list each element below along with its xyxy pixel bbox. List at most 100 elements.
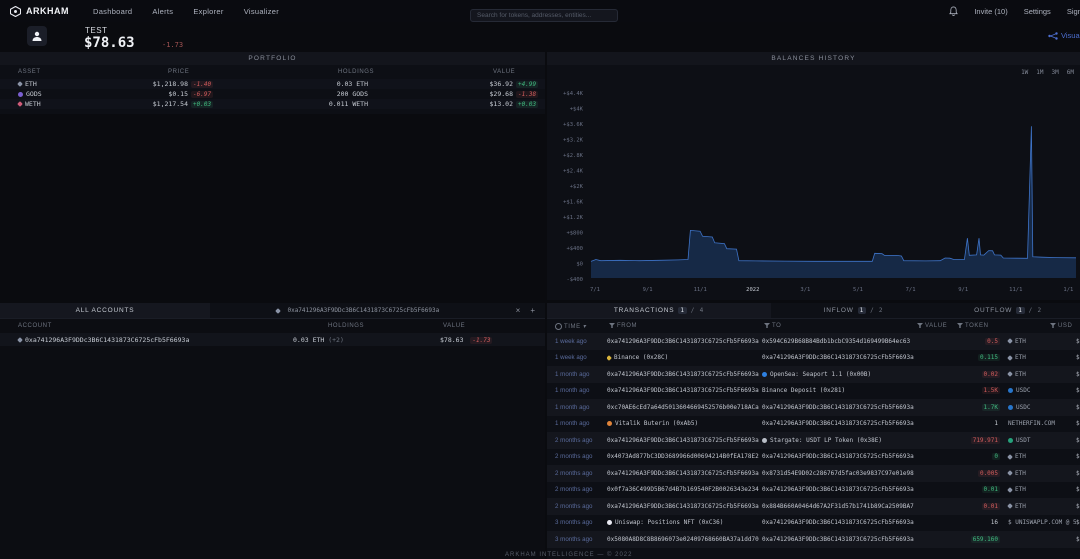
tx-from[interactable]: 0xa741296A3F9DDc3B6C1431873C6725cFb5F669… [607,470,762,477]
col-to[interactable]: TO [764,323,781,329]
tx-time[interactable]: 2 months ago [555,486,607,493]
transaction-row[interactable]: 2 months ago0xa741296A3F9DDc3B6C1431873C… [547,465,1080,482]
tx-to[interactable]: 0xa741296A3F9DDc3B6C1431873C6725cFb5F669… [762,486,947,493]
col-tx-value[interactable]: VALUE [917,323,947,329]
transaction-row[interactable]: 1 month ago0xc70AE6cEd7a64d5013604669452… [547,399,1080,416]
tx-from[interactable]: 0xa741296A3F9DDc3B6C1431873C6725cFb5F669… [607,437,762,444]
tx-to[interactable]: 0x8731d54E9D02c286767d5fac03e9837C97e01e… [762,470,947,477]
col-from[interactable]: FROM [609,323,637,329]
tx-to[interactable]: 0xa741296A3F9DDc3B6C1431873C6725cFb5F669… [762,404,947,411]
asset-name[interactable]: WETH [18,100,113,108]
nav-item-alerts[interactable]: Alerts [152,7,173,16]
tx-token[interactable]: ETH [1004,486,1076,493]
account-row[interactable]: 0xa741296A3F9DDc3B6C1431873C6725cFb5F669… [0,333,545,346]
range-3m[interactable]: 3M [1052,69,1059,76]
tx-time[interactable]: 2 months ago [555,453,607,460]
visualize-link[interactable]: Visualize [1048,31,1080,40]
tx-token[interactable]: USDT [1004,437,1076,444]
nav-item-explorer[interactable]: Explorer [193,7,223,16]
account-address[interactable]: 0xa741296A3F9DDc3B6C1431873C6725cFb5F669… [18,336,189,344]
tx-to[interactable]: 0xa741296A3F9DDc3B6C1431873C6725cFb5F669… [762,420,947,427]
tx-time[interactable]: 3 months ago [555,519,607,526]
tx-time[interactable]: 1 month ago [555,371,607,378]
tab-outflow[interactable]: OUTFLOW 1 / 2 [936,303,1080,318]
tx-from[interactable]: 0x4073Ad877bC3DD3689966d00694214B0fEA178… [607,453,762,460]
tx-token[interactable]: USDC [1004,387,1076,394]
tx-time[interactable]: 1 week ago [555,338,607,345]
tx-token[interactable]: ETH [1004,371,1076,378]
tx-time[interactable]: 2 months ago [555,437,607,444]
tx-from[interactable]: 0xa741296A3F9DDc3B6C1431873C6725cFb5F669… [607,387,762,394]
tx-time[interactable]: 3 months ago [555,536,607,543]
tx-to[interactable]: 0x594C629B68B84Bdb1bcbC9354d169499B64ec6… [762,338,947,345]
tx-token[interactable]: $ UNISWAPLP.COM @ 5.75 [1004,519,1076,526]
col-usd[interactable]: USD [1050,323,1072,329]
add-account-icon[interactable]: + [530,307,535,315]
inflow-page[interactable]: 1 [858,307,866,314]
notifications-bell-icon[interactable] [949,6,958,16]
nav-item-sign-out[interactable]: Sign Out [1067,7,1080,16]
portfolio-row[interactable]: ETH$1,218.98-1.400.03 ETH$36.92+4.99 [0,79,545,89]
tx-token[interactable]: ETH [1004,453,1076,460]
tx-time[interactable]: 1 month ago [555,404,607,411]
transaction-row[interactable]: 1 month ago0xa741296A3F9DDc3B6C1431873C6… [547,383,1080,400]
tab-inflow[interactable]: INFLOW 1 / 2 [771,303,936,318]
tab-account-address[interactable]: 0xa741296A3F9DDc3B6C1431873C6725cFb5F669… [210,303,506,318]
tx-to[interactable]: Binance Deposit (0x281) [762,387,947,394]
transaction-row[interactable]: 1 week ago0xa741296A3F9DDc3B6C1431873C67… [547,333,1080,350]
tx-from[interactable]: 0x0f7a36C499D5B67d4B7b169540F2B0026343e2… [607,486,762,493]
range-1m[interactable]: 1M [1036,69,1043,76]
nav-item-visualizer[interactable]: Visualizer [244,7,279,16]
tx-token[interactable]: NETHERFIN.COM [1004,420,1076,427]
range-6m[interactable]: 6M [1067,69,1074,76]
tx-from[interactable]: Vitalik Buterin (0xAb5) [607,420,762,427]
tx-to[interactable]: Stargate: USDT LP Token (0x38E) [762,437,947,444]
tx-from[interactable]: Binance (0x28C) [607,354,762,361]
transaction-row[interactable]: 1 month agoVitalik Buterin (0xAb5)0xa741… [547,416,1080,433]
transaction-row[interactable]: 1 month ago0xa741296A3F9DDc3B6C1431873C6… [547,366,1080,383]
nav-item-invite-[interactable]: Invite (10) [974,7,1007,16]
tx-to[interactable]: 0xa741296A3F9DDc3B6C1431873C6725cFb5F669… [762,536,947,543]
tx-to[interactable]: 0xa741296A3F9DDc3B6C1431873C6725cFb5F669… [762,453,947,460]
transaction-row[interactable]: 2 months ago0xa741296A3F9DDc3B6C1431873C… [547,432,1080,449]
tx-to[interactable]: 0xa741296A3F9DDc3B6C1431873C6725cFb5F669… [762,519,947,526]
tx-token[interactable]: ETH [1004,503,1076,510]
outflow-page[interactable]: 1 [1016,307,1024,314]
tx-token[interactable]: ETH [1004,470,1076,477]
transaction-row[interactable]: 1 week agoBinance (0x28C)0xa741296A3F9DD… [547,350,1080,367]
transaction-row[interactable]: 3 months agoUniswap: Positions NFT (0xC3… [547,515,1080,532]
transaction-row[interactable]: 3 months ago0x5080A8D8C8B8696073e0240976… [547,531,1080,548]
col-time[interactable]: TIME [555,323,586,330]
tx-from[interactable]: 0xc70AE6cEd7a64d5013604669452576b00e718A… [607,404,762,411]
tx-time[interactable]: 2 months ago [555,470,607,477]
nav-item-settings[interactable]: Settings [1024,7,1051,16]
tx-token[interactable]: ETH [1004,354,1076,361]
balances-chart[interactable]: +$4.4K+$4K+$3.6K+$3.2K+$2.8K+$2.4K+$2K+$… [547,82,1080,300]
tx-to[interactable]: OpenSea: Seaport 1.1 (0x00B) [762,371,947,378]
tx-time[interactable]: 2 months ago [555,503,607,510]
search-input[interactable] [470,9,618,22]
tx-from[interactable]: 0xa741296A3F9DDc3B6C1431873C6725cFb5F669… [607,338,762,345]
transaction-row[interactable]: 2 months ago0x0f7a36C499D5B67d4B7b169540… [547,482,1080,499]
portfolio-row[interactable]: GODS$0.15-6.97200 GODS$29.68-1.38 [0,89,545,99]
asset-name[interactable]: ETH [18,80,113,88]
tx-token[interactable]: USDC [1004,404,1076,411]
transaction-row[interactable]: 2 months ago0xa741296A3F9DDc3B6C1431873C… [547,498,1080,515]
close-tab-icon[interactable]: × [516,307,521,315]
range-1w[interactable]: 1W [1021,69,1028,76]
transactions-page[interactable]: 1 [678,307,686,314]
tx-time[interactable]: 1 month ago [555,387,607,394]
tx-from[interactable]: 0xa741296A3F9DDc3B6C1431873C6725cFb5F669… [607,503,762,510]
nav-item-dashboard[interactable]: Dashboard [93,7,132,16]
tx-from[interactable]: Uniswap: Positions NFT (0xC36) [607,519,762,526]
tx-token[interactable]: ETH [1004,338,1076,345]
tx-to[interactable]: 0xa741296A3F9DDc3B6C1431873C6725cFb5F669… [762,354,947,361]
tx-time[interactable]: 1 month ago [555,420,607,427]
tx-from[interactable]: 0xa741296A3F9DDc3B6C1431873C6725cFb5F669… [607,371,762,378]
tx-time[interactable]: 1 week ago [555,354,607,361]
col-token[interactable]: TOKEN [957,323,989,329]
tab-transactions[interactable]: TRANSACTIONS 1 / 4 [547,303,771,318]
portfolio-row[interactable]: WETH$1,217.54+0.030.011 WETH$13.02+0.03 [0,99,545,109]
arkham-logo[interactable]: ARKHAM [10,6,69,17]
tx-from[interactable]: 0x5080A8D8C8B8696073e02409768660BA37a1dd… [607,536,762,543]
